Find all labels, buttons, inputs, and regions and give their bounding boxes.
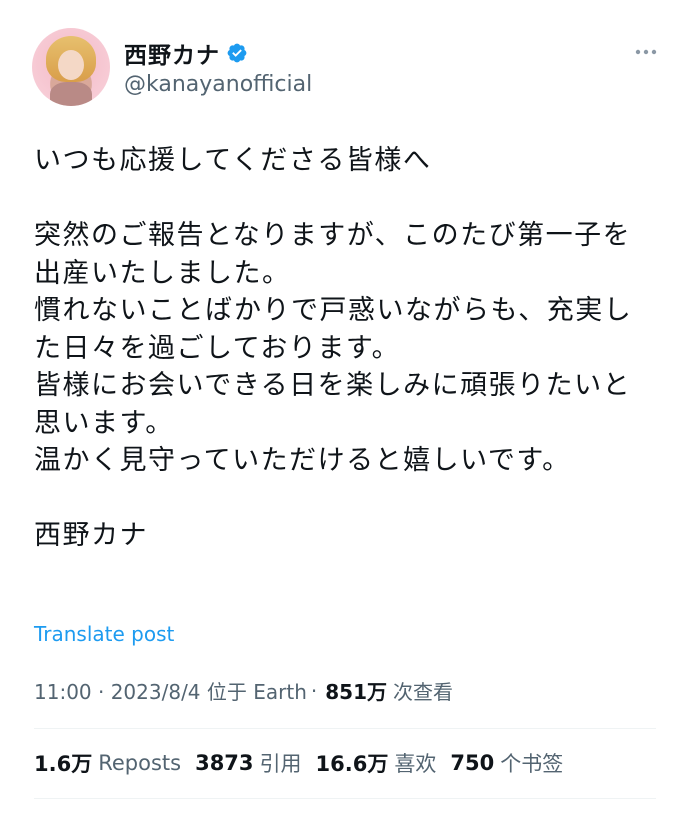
divider [34, 798, 656, 799]
views-count: 851万 [325, 680, 387, 704]
bookmarks-label[interactable]: 个书签 [500, 748, 563, 778]
tweet-line: 温かく見守っていただけると嬉しいです。 [34, 445, 571, 476]
tweet-line: た日々を過ごしております。 [34, 332, 401, 364]
engagement-stats: 1.6万 Reposts 3873 引用 16.6万 喜欢 750 个书签 [34, 748, 577, 778]
user-handle[interactable]: @kanayanofficial [124, 72, 312, 97]
avatar-face [58, 50, 84, 80]
tweet-line: いつも応援してくださる皆様へ [34, 145, 432, 176]
tweet-text: いつも応援してくださる皆様へ 突然のご報告となりますが、このたび第一子を 出産い… [34, 142, 664, 555]
reposts-label[interactable]: Reposts [98, 751, 181, 775]
display-name[interactable]: 西野カナ [124, 36, 220, 70]
quotes-label[interactable]: 引用 [260, 748, 302, 778]
tweet-line: 突然のご報告となりますが、このたび第一子を [34, 220, 632, 251]
tweet-detail: 西野カナ @kanayanofficial いつも応援してくださる皆様へ 突然の… [0, 0, 690, 817]
tweet-line: 思います。 [34, 407, 174, 439]
tweet-meta: 11:00 · 2023/8/4 位于 Earth · 851万 次查看 [34, 676, 453, 705]
tweet-line: 慣れないことばかりで戸惑いながらも、充実し [34, 295, 633, 326]
bookmarks-count[interactable]: 750 [450, 751, 494, 775]
timestamp[interactable]: 11:00 · 2023/8/4 位于 Earth [34, 676, 307, 705]
name-row[interactable]: 西野カナ [124, 36, 248, 70]
tweet-line: 皆様にお会いできる日を楽しみに頑張りたいと [34, 370, 632, 401]
tweet-signature: 西野カナ [34, 520, 148, 551]
reposts-count[interactable]: 1.6万 [34, 748, 92, 778]
verified-badge-icon [227, 43, 247, 63]
avatar-body [50, 82, 92, 106]
quotes-count[interactable]: 3873 [195, 751, 253, 775]
translate-post-link[interactable]: Translate post [34, 622, 174, 646]
tweet-line: 出産いたしました。 [34, 257, 291, 289]
meta-separator: · [310, 678, 318, 703]
avatar[interactable] [32, 28, 110, 106]
divider [34, 728, 656, 729]
likes-label[interactable]: 喜欢 [394, 748, 436, 778]
tweet-header: 西野カナ @kanayanofficial [32, 28, 662, 108]
likes-count[interactable]: 16.6万 [316, 748, 389, 778]
more-options-icon[interactable] [630, 36, 662, 68]
views-label: 次查看 [393, 680, 453, 704]
